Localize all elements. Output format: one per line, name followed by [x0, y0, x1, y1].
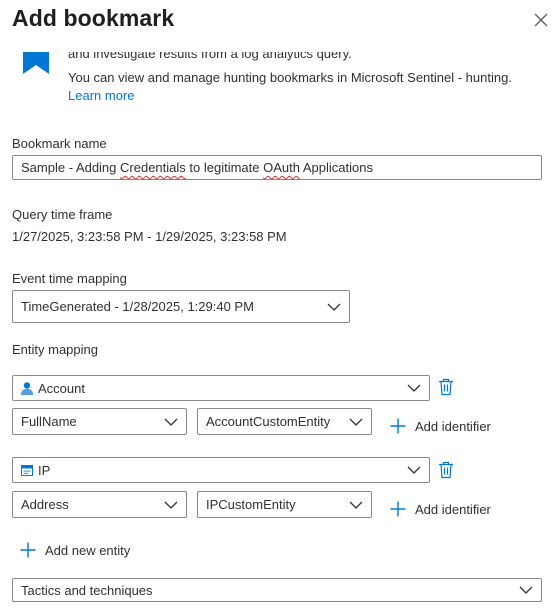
bookmark-name-value-3: Applications: [299, 160, 373, 175]
close-icon[interactable]: [533, 12, 549, 28]
bookmark-name-label: Bookmark name: [12, 136, 107, 151]
add-identifier-label: Add identifier: [415, 418, 491, 434]
entity-mapping-label: Entity mapping: [12, 342, 98, 357]
chevron-down-icon: [164, 418, 178, 426]
column-value: IPCustomEntity: [206, 497, 296, 512]
event-time-mapping-label: Event time mapping: [12, 271, 127, 286]
bookmark-name-misspelled-1: Credentials: [120, 160, 186, 175]
info-text-line1: and investigate results from a log analy…: [68, 52, 352, 61]
tactics-techniques-dropdown[interactable]: Tactics and techniques: [12, 578, 542, 602]
identifier-value: Address: [21, 497, 69, 512]
plus-icon: [390, 418, 406, 434]
bookmark-name-misspelled-2: OAuth: [263, 160, 300, 175]
trash-icon[interactable]: [438, 461, 454, 479]
event-time-mapping-dropdown[interactable]: TimeGenerated - 1/28/2025, 1:29:40 PM: [12, 290, 350, 323]
add-identifier-label: Add identifier: [415, 501, 491, 517]
trash-icon[interactable]: [438, 378, 454, 396]
chevron-down-icon: [349, 501, 363, 509]
chevron-down-icon: [164, 501, 178, 509]
event-time-mapping-value: TimeGenerated - 1/28/2025, 1:29:40 PM: [21, 299, 254, 314]
chevron-down-icon: [327, 303, 341, 311]
ip-icon: [21, 464, 33, 476]
plus-icon: [390, 501, 406, 517]
info-text-line2: You can view and manage hunting bookmark…: [68, 70, 512, 85]
sentinel-bookmark-icon: [23, 52, 49, 74]
chevron-down-icon: [519, 586, 533, 594]
chevron-down-icon: [349, 418, 363, 426]
chevron-down-icon: [407, 384, 421, 392]
column-value: AccountCustomEntity: [206, 414, 331, 429]
tactics-techniques-value: Tactics and techniques: [21, 582, 153, 598]
bookmark-name-input[interactable]: Sample - Adding Credentials to legitimat…: [12, 155, 542, 180]
identifier-dropdown-account[interactable]: FullName: [12, 408, 187, 435]
bookmark-name-value-1: Sample - Adding: [21, 160, 121, 175]
entity-type-dropdown-ip[interactable]: IP: [12, 457, 430, 483]
identifier-dropdown-ip[interactable]: Address: [12, 491, 187, 518]
plus-icon: [20, 542, 36, 558]
entity-type-value: Account: [38, 380, 85, 396]
entity-type-dropdown-account[interactable]: Account: [12, 375, 430, 401]
add-new-entity-label: Add new entity: [45, 542, 131, 558]
column-dropdown-ip[interactable]: IPCustomEntity: [197, 491, 372, 518]
query-time-frame-value: 1/27/2025, 3:23:58 PM - 1/29/2025, 3:23:…: [12, 229, 287, 244]
add-identifier-button-ip[interactable]: Add identifier: [390, 501, 491, 517]
panel-title: Add bookmark: [12, 5, 175, 31]
learn-more-link[interactable]: Learn more: [68, 88, 134, 103]
entity-type-value: IP: [38, 462, 51, 478]
add-identifier-button-account[interactable]: Add identifier: [390, 418, 491, 434]
bookmark-name-value-2: to legitimate: [185, 160, 264, 175]
add-new-entity-button[interactable]: Add new entity: [20, 542, 130, 558]
identifier-value: FullName: [21, 414, 77, 429]
column-dropdown-account[interactable]: AccountCustomEntity: [197, 408, 372, 435]
query-time-frame-label: Query time frame: [12, 207, 113, 222]
chevron-down-icon: [407, 466, 421, 474]
account-icon: [21, 381, 33, 395]
